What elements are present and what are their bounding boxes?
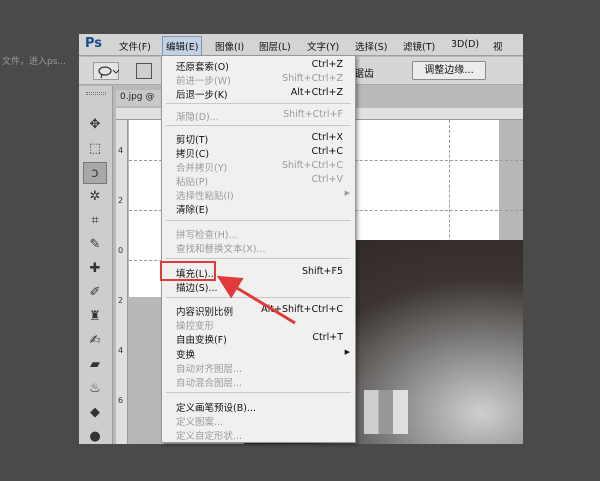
ruler-left: 4 2 0 2 4 6 xyxy=(116,120,128,444)
marquee-tool-icon[interactable]: ⬚ xyxy=(83,138,107,160)
menu-item-paste: 粘贴(P) Ctrl+V xyxy=(176,174,343,188)
refine-edge-button[interactable]: 调整边缘... xyxy=(412,61,486,80)
dodge-tool-icon[interactable]: ● xyxy=(83,426,107,444)
menu-separator xyxy=(166,103,351,104)
history-brush-tool-icon[interactable]: ✍ xyxy=(83,330,107,352)
menu-item-auto-blend-layers: 自动混合图层... xyxy=(176,378,243,389)
crop-tool-icon[interactable]: ⌗ xyxy=(83,210,107,232)
menu-item-auto-align-layers: 自动对齐图层... xyxy=(176,364,243,375)
ruler-mark: 0 xyxy=(118,246,124,255)
menu-item-cut[interactable]: 剪切(T) Ctrl+X xyxy=(162,131,355,146)
menu-item-clear[interactable]: 清除(E) xyxy=(162,201,355,216)
menu-item-step-forward: 前进一步(W) Shift+Ctrl+Z xyxy=(176,73,343,87)
ruler-mark: 4 xyxy=(118,146,124,155)
menu-separator xyxy=(166,220,351,221)
menu-filter[interactable]: 滤镜(T) xyxy=(403,39,435,53)
move-tool-icon[interactable]: ✥ xyxy=(83,114,107,136)
menu-item-define-pattern: 定义图案... xyxy=(176,417,224,428)
brush-tool-icon[interactable]: ✐ xyxy=(83,282,107,304)
menu-image[interactable]: 图像(I) xyxy=(215,39,244,53)
menu-item-puppet-warp: 操控变形 xyxy=(176,321,215,332)
menu-separator xyxy=(166,297,351,298)
menu-item-copy[interactable]: 拷贝(C) Ctrl+C xyxy=(162,145,355,160)
menu-item-paste-special: 选择性粘贴(I) ▶ xyxy=(176,189,350,202)
menu-item-fade: 渐隐(D)... Shift+Ctrl+F xyxy=(176,109,343,123)
menu-item-content-aware-scale[interactable]: 内容识别比例 Alt+Shift+Ctrl+C xyxy=(162,303,355,318)
menu-item-spell-check: 拼写检查(H)... xyxy=(176,230,238,241)
ruler-mark: 2 xyxy=(118,196,124,205)
menu-item-stroke[interactable]: 描边(S)... xyxy=(162,279,355,294)
menu-item-transform[interactable]: 变换 ▶ xyxy=(162,346,355,361)
ps-logo: Ps xyxy=(85,36,103,51)
healing-brush-tool-icon[interactable]: ✚ xyxy=(83,258,107,280)
menu-item-find-replace: 查找和替换文本(X)... xyxy=(176,244,266,255)
menu-select[interactable]: 选择(S) xyxy=(355,39,387,53)
menu-type[interactable]: 文字(Y) xyxy=(307,39,339,53)
submenu-arrow-icon: ▶ xyxy=(344,189,350,197)
ruler-mark: 6 xyxy=(118,396,124,405)
menu-item-step-backward[interactable]: 后退一步(K) Alt+Ctrl+Z xyxy=(162,86,355,101)
new-selection-mode-icon[interactable] xyxy=(136,63,152,79)
menu-separator xyxy=(166,258,351,259)
menu-3d[interactable]: 3D(D) xyxy=(451,39,479,50)
quick-select-tool-icon[interactable]: ✲ xyxy=(83,186,107,208)
eraser-tool-icon[interactable]: ▰ xyxy=(83,354,107,376)
menu-layer[interactable]: 图层(L) xyxy=(259,39,291,53)
paint-bucket-tool-icon[interactable]: ♨ xyxy=(83,378,107,400)
menu-file[interactable]: 文件(F) xyxy=(119,39,151,53)
menu-item-free-transform[interactable]: 自由变换(F) Ctrl+T xyxy=(162,331,355,346)
menubar: Ps 文件(F) 编辑(E) 图像(I) 图层(L) 文字(Y) 选择(S) 滤… xyxy=(79,34,523,56)
background-article-text: 文件，进入ps... xyxy=(2,57,66,67)
menu-item-undo-lasso[interactable]: 还原套索(O) Ctrl+Z xyxy=(162,58,355,73)
menu-separator xyxy=(166,392,351,393)
ruler-mark: 4 xyxy=(118,346,124,355)
menu-edit[interactable]: 编辑(E) xyxy=(162,36,203,56)
menu-separator xyxy=(166,125,351,126)
mosaic-blur xyxy=(364,390,408,434)
menu-item-define-custom-shape: 定义自定形状... xyxy=(176,431,243,442)
lasso-icon xyxy=(98,66,120,79)
eyedropper-tool-icon[interactable]: ✎ xyxy=(83,234,107,256)
fill-highlight-box xyxy=(160,261,216,281)
lasso-tool-icon[interactable]: ↄ xyxy=(83,162,107,184)
menu-item-define-brush[interactable]: 定义画笔预设(B)... xyxy=(162,399,355,414)
submenu-arrow-icon: ▶ xyxy=(344,348,350,356)
toolbox: ✥ ⬚ ↄ ✲ ⌗ ✎ ✚ ✐ ♜ ✍ ▰ ♨ ◆ ● xyxy=(79,86,113,444)
clone-stamp-tool-icon[interactable]: ♜ xyxy=(83,306,107,328)
menu-item-copy-merged: 合并拷贝(Y) Shift+Ctrl+C xyxy=(176,160,343,174)
document-tab[interactable]: 0.jpg @ xyxy=(116,90,162,106)
edit-menu-dropdown: 还原套索(O) Ctrl+Z 前进一步(W) Shift+Ctrl+Z 后退一步(K… xyxy=(161,55,356,443)
menu-view[interactable]: 视 xyxy=(493,39,503,53)
lasso-preset-picker[interactable] xyxy=(93,62,120,80)
blur-tool-icon[interactable]: ◆ xyxy=(83,402,107,424)
toolbox-grip[interactable] xyxy=(86,92,106,95)
ruler-mark: 2 xyxy=(118,296,124,305)
